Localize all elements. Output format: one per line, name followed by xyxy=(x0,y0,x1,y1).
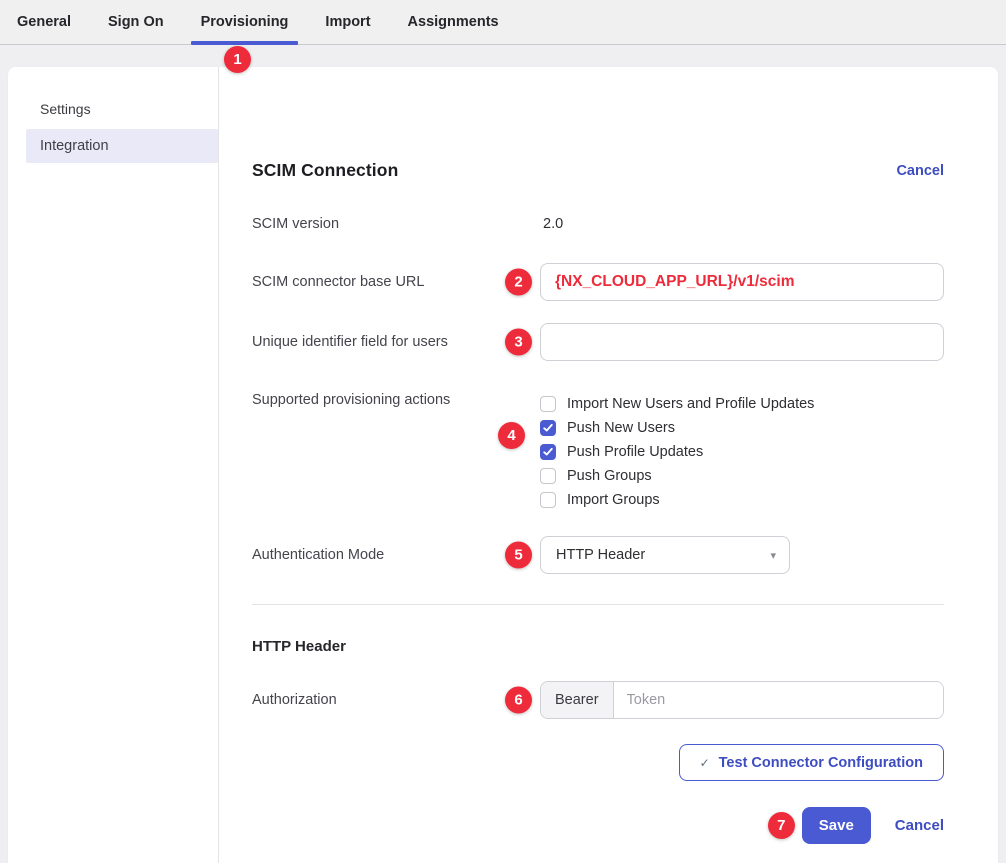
checkbox-label: Push New Users xyxy=(567,420,675,436)
step-badge-2: 2 xyxy=(505,269,532,296)
authorization-row: Authorization 6 Bearer xyxy=(252,681,944,719)
tab-general[interactable]: General xyxy=(17,0,71,44)
checkbox-push-profile-updates[interactable]: Push Profile Updates xyxy=(540,440,944,464)
tab-assignments[interactable]: Assignments xyxy=(408,0,499,44)
step-badge-7: 7 xyxy=(768,812,795,839)
unique-identifier-label: Unique identifier field for users xyxy=(252,334,540,350)
step-badge-1: 1 xyxy=(224,46,251,73)
step-badge-4: 4 xyxy=(498,422,525,449)
authorization-label: Authorization xyxy=(252,692,540,708)
unique-identifier-input[interactable] xyxy=(540,323,944,361)
checkbox-label: Import Groups xyxy=(567,492,660,508)
checkbox-icon[interactable] xyxy=(540,492,556,508)
checkbox-import-new-users[interactable]: Import New Users and Profile Updates xyxy=(540,392,944,416)
authentication-mode-select[interactable]: HTTP Header ▾ xyxy=(540,536,790,574)
save-button[interactable]: Save xyxy=(802,807,871,844)
settings-sidebar: Settings Integration xyxy=(8,67,219,863)
authentication-mode-value: HTTP Header xyxy=(556,547,645,563)
footer-actions-row: 7 Save Cancel xyxy=(252,807,944,844)
cancel-button-bottom[interactable]: Cancel xyxy=(895,817,944,834)
check-icon: ✓ xyxy=(700,756,710,770)
section-divider xyxy=(252,604,944,605)
authorization-input-group: Bearer xyxy=(540,681,944,719)
checkbox-label: Push Groups xyxy=(567,468,652,484)
test-connector-label: Test Connector Configuration xyxy=(719,755,923,771)
authentication-mode-row: Authentication Mode 5 HTTP Header ▾ xyxy=(252,536,944,574)
tab-provisioning[interactable]: Provisioning xyxy=(201,0,289,44)
test-connector-button[interactable]: ✓ Test Connector Configuration xyxy=(679,744,944,781)
tab-sign-on[interactable]: Sign On xyxy=(108,0,164,44)
checkbox-push-new-users[interactable]: Push New Users xyxy=(540,416,944,440)
base-url-row: SCIM connector base URL 2 xyxy=(252,263,944,301)
checkbox-label: Import New Users and Profile Updates xyxy=(567,396,814,412)
step-badge-3: 3 xyxy=(505,329,532,356)
step-badge-5: 5 xyxy=(505,542,532,569)
base-url-label: SCIM connector base URL xyxy=(252,274,540,290)
http-header-section-heading: HTTP Header xyxy=(252,638,944,655)
bearer-prefix: Bearer xyxy=(541,682,614,718)
authentication-mode-label: Authentication Mode xyxy=(252,547,540,563)
scim-version-value: 2.0 xyxy=(540,216,563,232)
step-badge-6: 6 xyxy=(505,687,532,714)
cancel-link-top[interactable]: Cancel xyxy=(896,163,944,179)
provisioning-actions-label: Supported provisioning actions xyxy=(252,388,540,408)
checkbox-icon[interactable] xyxy=(540,420,556,436)
checkbox-import-groups[interactable]: Import Groups xyxy=(540,488,944,512)
provisioning-card: Settings Integration SCIM Connection Can… xyxy=(8,67,998,863)
panel-title: SCIM Connection xyxy=(252,160,398,181)
check-icon xyxy=(543,447,553,457)
provisioning-actions-row: Supported provisioning actions 4 Import … xyxy=(252,388,944,512)
scim-version-row: SCIM version 2.0 xyxy=(252,215,944,233)
checkbox-icon[interactable] xyxy=(540,396,556,412)
checkbox-push-groups[interactable]: Push Groups xyxy=(540,464,944,488)
base-url-input[interactable] xyxy=(540,263,944,301)
app-tab-bar: General Sign On Provisioning Import Assi… xyxy=(0,0,1006,45)
checkbox-label: Push Profile Updates xyxy=(567,444,703,460)
unique-identifier-row: Unique identifier field for users 3 xyxy=(252,323,944,361)
token-input[interactable] xyxy=(614,682,943,718)
sidebar-heading: Settings xyxy=(8,101,218,129)
checkbox-icon[interactable] xyxy=(540,444,556,460)
scim-connection-panel: SCIM Connection Cancel SCIM version 2.0 … xyxy=(219,67,998,863)
tab-import[interactable]: Import xyxy=(325,0,370,44)
checkbox-icon[interactable] xyxy=(540,468,556,484)
check-icon xyxy=(543,423,553,433)
sidebar-item-integration[interactable]: Integration xyxy=(26,129,218,163)
chevron-down-icon: ▾ xyxy=(770,549,776,562)
scim-version-label: SCIM version xyxy=(252,216,540,232)
test-connector-row: ✓ Test Connector Configuration xyxy=(252,744,944,781)
